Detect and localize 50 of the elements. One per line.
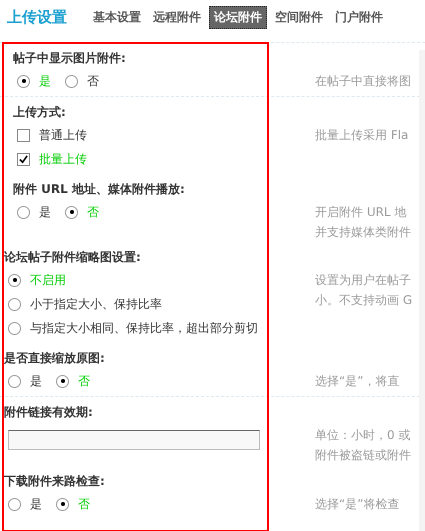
setting-description: 并支持媒体类附件	[315, 224, 412, 241]
radio-button[interactable]	[8, 322, 21, 334]
radio-button[interactable]	[8, 498, 21, 510]
setting-label: 附件链接有效期:	[4, 404, 94, 421]
setting-label: 上传方式:	[13, 104, 67, 121]
setting-label: 是否直接缩放原图:	[4, 350, 106, 367]
setting-description: 在帖子中直接将图	[315, 73, 412, 90]
option-label: 不启用	[30, 272, 66, 289]
radio-button[interactable]	[8, 374, 21, 388]
setting-description: 单位：小时，0 或	[315, 427, 412, 444]
option-label: 是	[30, 373, 42, 390]
checkbox[interactable]	[17, 128, 30, 142]
setting-label: 附件 URL 地址、媒体附件播放:	[13, 181, 186, 198]
option-label: 否	[78, 373, 90, 390]
setting-description: 设置为用户在帖子	[315, 272, 412, 289]
option-label: 是	[30, 496, 42, 513]
radio-button[interactable]	[8, 274, 21, 286]
radio-button[interactable]	[8, 298, 21, 310]
setting-description: 选择“是”，将直	[315, 373, 400, 390]
setting-label: 下载附件来路检查:	[4, 473, 106, 490]
radio-button[interactable]	[17, 74, 30, 88]
option-label: 否	[87, 204, 99, 221]
radio-button[interactable]	[65, 74, 78, 88]
setting-label: 论坛帖子附件缩略图设置:	[4, 249, 142, 266]
option-label: 普通上传	[39, 127, 87, 144]
input-field[interactable]	[8, 430, 260, 450]
radio-button[interactable]	[17, 206, 30, 218]
radio-button[interactable]	[56, 498, 69, 510]
page-title: 上传设置	[7, 8, 67, 26]
option-label: 批量上传	[39, 151, 87, 168]
setting-description: 开启附件 URL 地	[315, 204, 408, 221]
tab[interactable]: 远程附件	[149, 6, 205, 28]
option-label: 小于指定大小、保持比率	[30, 296, 162, 313]
radio-button[interactable]	[65, 206, 78, 218]
option-label: 否	[87, 73, 99, 90]
setting-description: 附件被盗链或附件	[315, 447, 412, 464]
tab[interactable]: 论坛附件	[209, 6, 267, 28]
tab[interactable]: 基本设置	[89, 6, 145, 28]
setting-label: 帖子中显示图片附件:	[13, 50, 127, 67]
checkbox[interactable]	[17, 152, 30, 166]
option-label: 与指定大小相同、保持比率，超出部分剪切	[30, 320, 258, 337]
setting-description: 小。不支持动画 G	[315, 292, 414, 309]
option-label: 是	[39, 204, 51, 221]
radio-button[interactable]	[56, 374, 69, 388]
setting-description: 选择“是”将检查	[315, 496, 400, 513]
option-label: 否	[78, 496, 90, 513]
tab[interactable]: 门户附件	[331, 6, 387, 28]
tab[interactable]: 空间附件	[271, 6, 327, 28]
option-label: 是	[39, 73, 51, 90]
setting-description: 批量上传采用 Fla	[315, 127, 410, 144]
